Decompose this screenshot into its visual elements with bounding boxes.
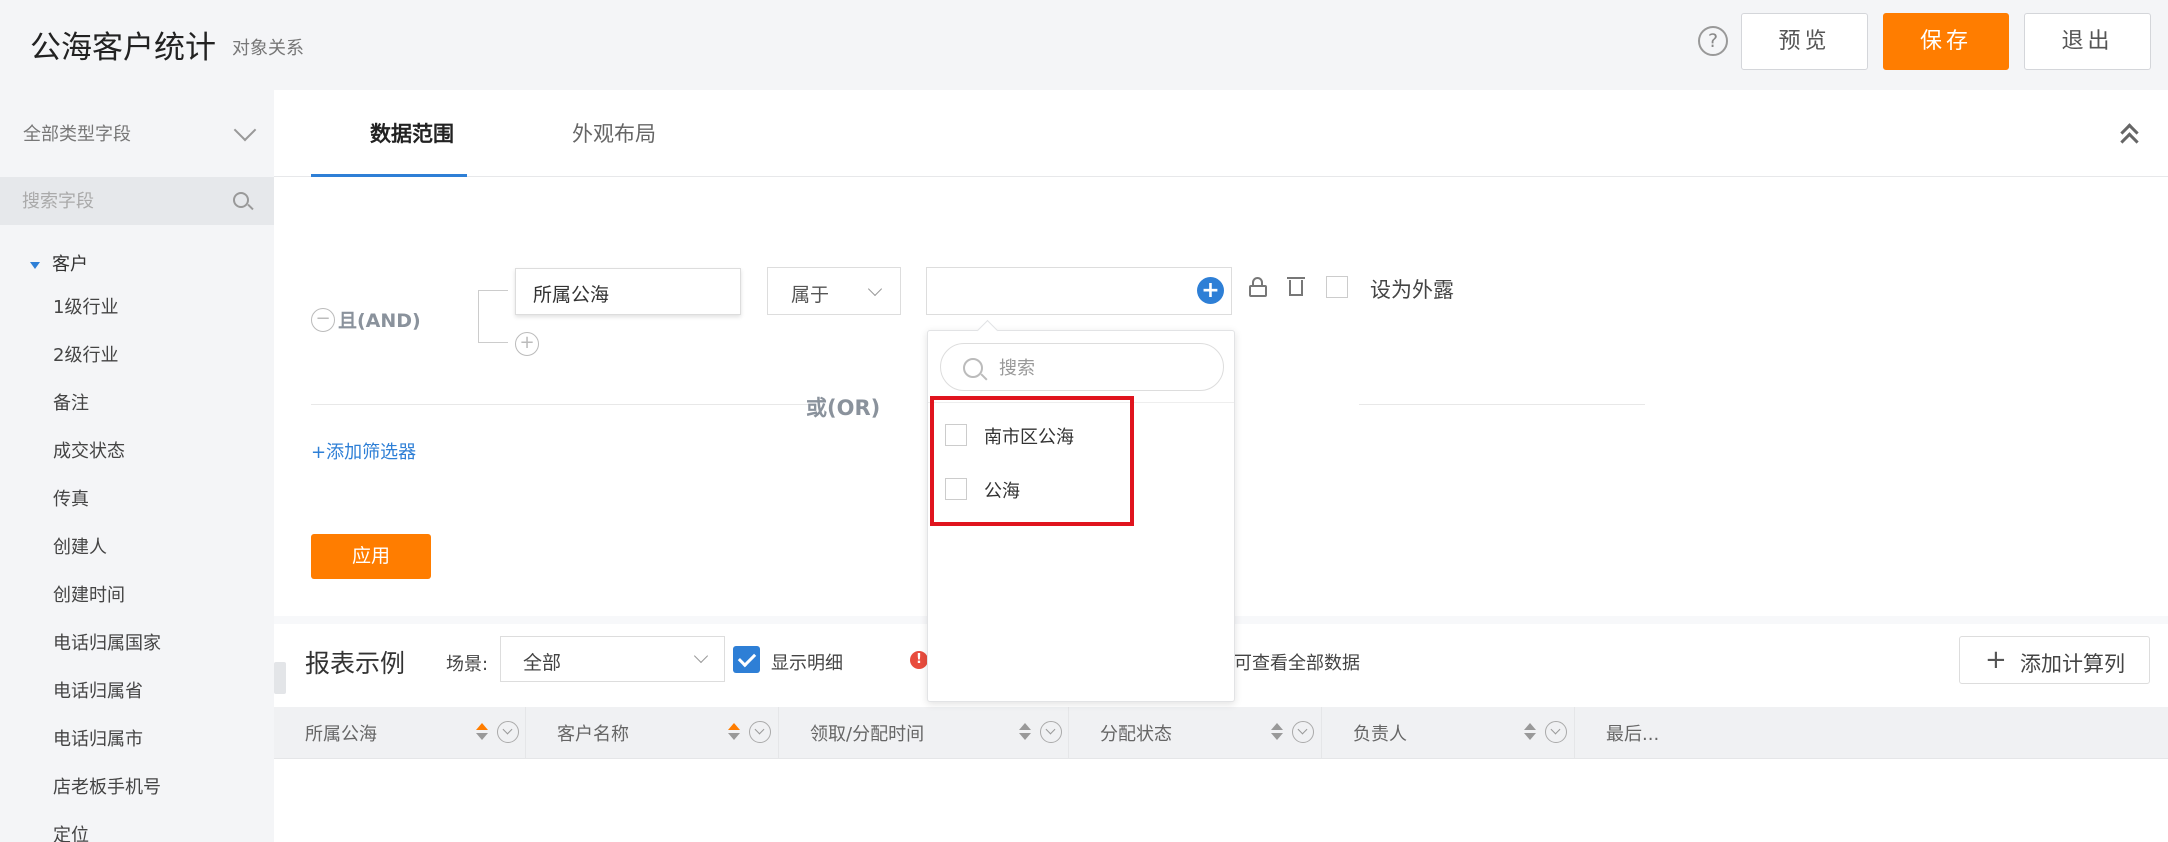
column-header-label: 负责人 (1353, 724, 1407, 745)
save-button[interactable]: 保存 (1883, 13, 2009, 70)
field-list: 1级行业 2级行业 备注 成交状态 传真 创建人 创建时间 电话归属国家 电话归… (53, 294, 161, 842)
tree-root-customer[interactable]: 客户 (30, 250, 88, 276)
scene-label: 场景: (446, 654, 489, 675)
page-subtitle: 对象关系 (232, 38, 304, 59)
add-condition-icon[interactable]: + (515, 332, 539, 356)
scene-select-value: 全部 (523, 652, 562, 674)
sort-icon[interactable] (1524, 723, 1536, 741)
exit-button[interactable]: 退出 (2024, 13, 2151, 70)
table-header: 所属公海 客户名称 领取/分配时间 分配状态 负责人 最后... (274, 707, 2168, 759)
value-select[interactable] (926, 267, 1232, 315)
field-item[interactable]: 成交状态 (53, 438, 161, 486)
resize-handle[interactable] (274, 662, 286, 694)
set-exposed-checkbox[interactable] (1326, 276, 1348, 298)
or-label: 或(OR) (806, 396, 881, 420)
tab-appearance[interactable]: 外观布局 (572, 118, 656, 148)
tab-data-range[interactable]: 数据范围 (370, 118, 454, 148)
column-header[interactable]: 分配状态 (1069, 707, 1322, 759)
caret-down-icon (30, 261, 40, 269)
field-item[interactable]: 创建时间 (53, 582, 161, 630)
add-value-icon[interactable]: + (1197, 277, 1224, 304)
warning-icon: ! (910, 651, 928, 669)
column-header[interactable]: 最后... (1575, 707, 2168, 759)
sort-icon[interactable] (1271, 723, 1283, 741)
field-item[interactable]: 电话归属国家 (53, 630, 161, 678)
column-menu-icon[interactable] (497, 721, 519, 743)
column-header-label: 领取/分配时间 (810, 724, 925, 745)
column-header-label: 所属公海 (305, 724, 377, 745)
column-header-label: 最后... (1606, 724, 1660, 745)
field-type-select[interactable]: 全部类型字段 (23, 118, 257, 150)
column-menu-icon[interactable] (1545, 721, 1567, 743)
warning-text: 可查看全部数据 (1234, 653, 1360, 674)
dropdown-search-box (940, 343, 1224, 391)
remove-group-icon[interactable]: − (311, 308, 335, 332)
operator-select-label: 属于 (791, 284, 830, 306)
add-calc-column-button[interactable]: + 添加计算列 (1959, 636, 2150, 684)
field-item[interactable]: 定位 (53, 822, 161, 842)
field-search-box (0, 177, 274, 225)
field-item[interactable]: 创建人 (53, 534, 161, 582)
apply-button[interactable]: 应用 (311, 534, 431, 579)
scene-select[interactable]: 全部 (500, 636, 725, 682)
field-item[interactable]: 1级行业 (53, 294, 161, 342)
search-icon[interactable] (233, 192, 249, 208)
field-item[interactable]: 2级行业 (53, 342, 161, 390)
field-item[interactable]: 店老板手机号 (53, 774, 161, 822)
tab-bar: 数据范围 外观布局 (274, 90, 2168, 177)
field-item[interactable]: 传真 (53, 486, 161, 534)
add-calc-column-label: 添加计算列 (2020, 652, 2125, 676)
operator-select[interactable]: 属于 (767, 267, 901, 315)
condition-bracket (478, 290, 508, 343)
show-detail-label: 显示明细 (771, 653, 843, 674)
column-menu-icon[interactable] (749, 721, 771, 743)
collapse-up-icon[interactable] (2120, 122, 2140, 151)
sort-icon[interactable] (1019, 723, 1031, 741)
active-tab-indicator (311, 174, 467, 177)
field-item[interactable]: 备注 (53, 390, 161, 438)
add-filter-link[interactable]: +添加筛选器 (311, 438, 416, 464)
column-menu-icon[interactable] (1040, 721, 1062, 743)
search-icon (963, 358, 983, 378)
sort-icon[interactable] (728, 723, 740, 741)
field-type-select-label: 全部类型字段 (23, 124, 131, 145)
column-header[interactable]: 领取/分配时间 (779, 707, 1069, 759)
and-label: 且(AND) (338, 310, 421, 332)
column-header[interactable]: 负责人 (1322, 707, 1575, 759)
sort-icon[interactable] (476, 723, 488, 741)
preview-button[interactable]: 预览 (1741, 13, 1868, 70)
page-title: 公海客户统计 (30, 30, 216, 66)
field-search-input[interactable] (22, 187, 222, 215)
column-header[interactable]: 所属公海 (274, 707, 526, 759)
dropdown-search-input[interactable] (999, 356, 1199, 380)
chevron-down-icon (233, 118, 257, 142)
plus-icon: + (1985, 645, 2007, 675)
show-detail-checkbox[interactable] (733, 646, 760, 673)
column-header[interactable]: 客户名称 (526, 707, 779, 759)
help-icon[interactable]: ? (1698, 26, 1728, 56)
highlight-annotation (930, 396, 1134, 526)
field-item[interactable]: 电话归属市 (53, 726, 161, 774)
or-divider-right (1359, 404, 1645, 405)
chevron-down-icon (867, 281, 883, 297)
tree-root-label: 客户 (52, 254, 88, 275)
column-menu-icon[interactable] (1292, 721, 1314, 743)
field-sidebar: 全部类型字段 客户 1级行业 2级行业 备注 成交状态 传真 创建人 创建时间 … (0, 90, 274, 842)
column-header-label: 客户名称 (557, 724, 629, 745)
or-divider-left (311, 404, 809, 405)
chevron-down-icon (693, 648, 709, 664)
field-item[interactable]: 电话归属省 (53, 678, 161, 726)
condition-field-select[interactable]: 所属公海 (515, 268, 741, 315)
unlock-icon[interactable] (1249, 277, 1267, 297)
column-header-label: 分配状态 (1100, 724, 1172, 745)
report-title: 报表示例 (305, 649, 406, 678)
set-exposed-label: 设为外露 (1370, 278, 1454, 302)
trash-icon[interactable] (1287, 274, 1305, 298)
page-header: 公海客户统计 对象关系 ? 预览 保存 退出 (0, 0, 2168, 90)
